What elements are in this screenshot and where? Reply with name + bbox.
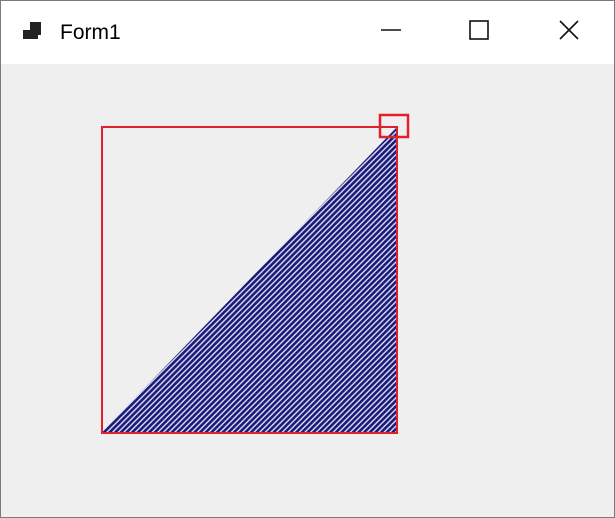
close-icon: [558, 19, 580, 46]
minimize-button[interactable]: [347, 1, 435, 64]
window-title: Form1: [60, 21, 121, 44]
drawing-canvas: [101, 113, 410, 434]
minimize-icon: [380, 19, 402, 46]
filled-triangle: [102, 127, 397, 432]
form-window: Form1: [0, 0, 615, 518]
form-client-area: [1, 64, 614, 517]
maximize-button[interactable]: [435, 1, 523, 64]
close-button[interactable]: [525, 1, 613, 64]
maximize-icon: [468, 19, 490, 46]
title-bar[interactable]: Form1: [1, 1, 614, 64]
form-app-icon: [22, 21, 44, 43]
